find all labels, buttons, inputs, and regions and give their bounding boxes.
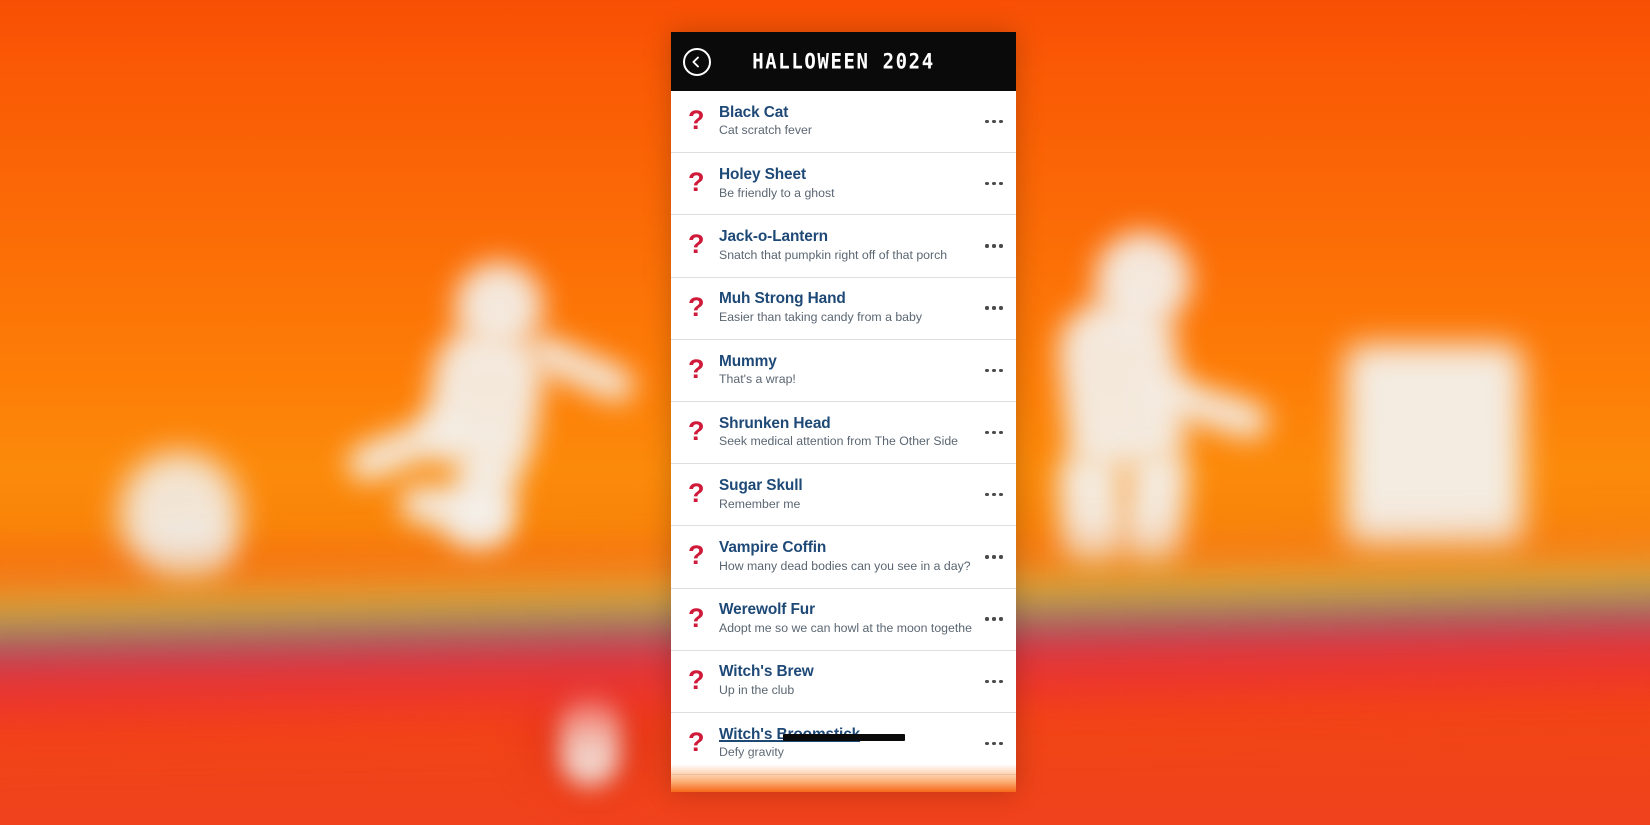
list-item-title: Werewolf Fur bbox=[719, 601, 815, 619]
list-item-title: Vampire Coffin bbox=[719, 539, 827, 557]
list-item[interactable]: ? Sugar Skull Remember me bbox=[671, 464, 1016, 527]
list-item[interactable]: ? Witch's Brew Up in the club bbox=[671, 650, 1016, 713]
list-item-subtitle: Snatch that pumpkin right off of that po… bbox=[719, 247, 948, 262]
list-item-text: Sugar Skull Remember me bbox=[719, 477, 972, 513]
list-item-subtitle: Adopt me so we can howl at the moon toge… bbox=[719, 620, 972, 635]
list-item-text: Holey Sheet Be friendly to a ghost bbox=[719, 166, 972, 202]
list-item[interactable]: ? Black Cat Cat scratch fever bbox=[671, 91, 1016, 154]
list-item-text: Shrunken Head Seek medical attention from… bbox=[719, 415, 972, 451]
more-options-icon[interactable] bbox=[972, 526, 1016, 587]
list-item-title: Sugar Skull bbox=[719, 476, 803, 494]
list-item-subtitle: How many dead bodies can you see in a da… bbox=[719, 558, 971, 573]
list-item-text: Witch's BroomstickDefy gravity bbox=[719, 726, 972, 762]
list-item-subtitle: Seek medical attention from The Other Si… bbox=[719, 434, 959, 449]
list-item-text: Muh Strong Hand Easier than taking candy … bbox=[719, 290, 972, 326]
list-item-text: Black Cat Cat scratch fever bbox=[719, 104, 972, 140]
more-options-icon[interactable] bbox=[972, 215, 1016, 276]
list-item-text: Vampire Coffin How many dead bodies can y… bbox=[719, 539, 972, 575]
list-item[interactable]: ? Holey Sheet Be friendly to a ghost bbox=[671, 153, 1016, 216]
list-item-subtitle: Cat scratch fever bbox=[719, 123, 812, 138]
costume-list: ? Black Cat Cat scratch fever? Holey Sheet B… bbox=[671, 91, 1016, 776]
question-mark-icon: ? bbox=[688, 167, 705, 198]
question-mark-icon: ? bbox=[688, 540, 705, 571]
list-item-title: Shrunken Head bbox=[719, 414, 831, 432]
question-mark-icon: ? bbox=[688, 416, 705, 447]
chevron-left-icon bbox=[692, 56, 702, 68]
list-item-title: Muh Strong Hand bbox=[719, 290, 846, 308]
tombstone-shape bbox=[1345, 344, 1523, 552]
question-mark-icon: ? bbox=[688, 105, 705, 136]
list-item[interactable]: ? Shrunken Head Seek medical attention fro… bbox=[671, 401, 1016, 465]
phone-screen: HALLOWEEN 2024 ? Black Cat Cat scratch fev… bbox=[671, 32, 1016, 792]
question-mark-icon: ? bbox=[688, 291, 705, 322]
list-item-subtitle: Be friendly to a ghost bbox=[719, 185, 835, 200]
list-item[interactable]: ? Werewolf Fur Adopt me so we can howl at … bbox=[671, 588, 1016, 651]
more-options-icon[interactable] bbox=[972, 589, 1016, 650]
list-item[interactable]: ? Witch's BroomstickDefy gravity bbox=[671, 712, 1016, 776]
question-mark-icon: ? bbox=[688, 602, 705, 633]
list-item-text: Jack-o-Lantern Snatch that pumpkin right … bbox=[719, 228, 972, 264]
page-title: HALLOWEEN 2024 bbox=[752, 49, 935, 74]
more-options-icon[interactable] bbox=[972, 464, 1016, 525]
list-item-title: Mummy bbox=[719, 352, 777, 370]
list-item-title: Witch's Brew bbox=[719, 663, 814, 681]
list-item-subtitle: That's a wrap! bbox=[719, 372, 796, 387]
app-topbar: HALLOWEEN 2024 bbox=[671, 32, 1016, 91]
list-item[interactable]: ? Mummy That's a wrap! bbox=[671, 339, 1016, 402]
list-item[interactable]: ? Jack-o-Lantern Snatch that pumpkin right… bbox=[671, 215, 1016, 278]
more-options-icon[interactable] bbox=[972, 340, 1016, 401]
list-item[interactable]: ? Vampire Coffin How many dead bodies can … bbox=[671, 526, 1016, 589]
list-item-title: Black Cat bbox=[719, 103, 789, 121]
list-item[interactable]: ? Muh Strong Hand Easier than taking candy… bbox=[671, 277, 1016, 340]
more-options-icon[interactable] bbox=[972, 651, 1016, 712]
back-button[interactable] bbox=[683, 47, 711, 76]
question-mark-icon: ? bbox=[688, 353, 705, 384]
more-options-icon[interactable] bbox=[972, 402, 1016, 463]
list-item-text: Werewolf Fur Adopt me so we can howl at t… bbox=[719, 601, 972, 637]
list-item-subtitle: Up in the club bbox=[719, 683, 795, 698]
more-options-icon[interactable] bbox=[972, 278, 1016, 339]
list-item-title: Holey Sheet bbox=[719, 165, 806, 183]
question-mark-icon: ? bbox=[688, 478, 705, 509]
list-item-subtitle: Defy gravity bbox=[719, 745, 784, 760]
list-item-subtitle: Remember me bbox=[719, 496, 801, 511]
question-mark-icon: ? bbox=[688, 664, 705, 695]
more-options-icon[interactable] bbox=[972, 713, 1016, 774]
list-item-text: Mummy That's a wrap! bbox=[719, 353, 972, 389]
question-mark-icon: ? bbox=[688, 229, 705, 260]
list-item-title: Jack-o-Lantern bbox=[719, 228, 828, 246]
redaction-bar bbox=[783, 734, 905, 741]
more-options-icon[interactable] bbox=[972, 153, 1016, 214]
more-options-icon[interactable] bbox=[972, 91, 1016, 152]
list-item-text: Witch's Brew Up in the club bbox=[719, 663, 972, 699]
question-mark-icon: ? bbox=[688, 726, 705, 757]
list-item-subtitle: Easier than taking candy from a baby bbox=[719, 310, 923, 325]
